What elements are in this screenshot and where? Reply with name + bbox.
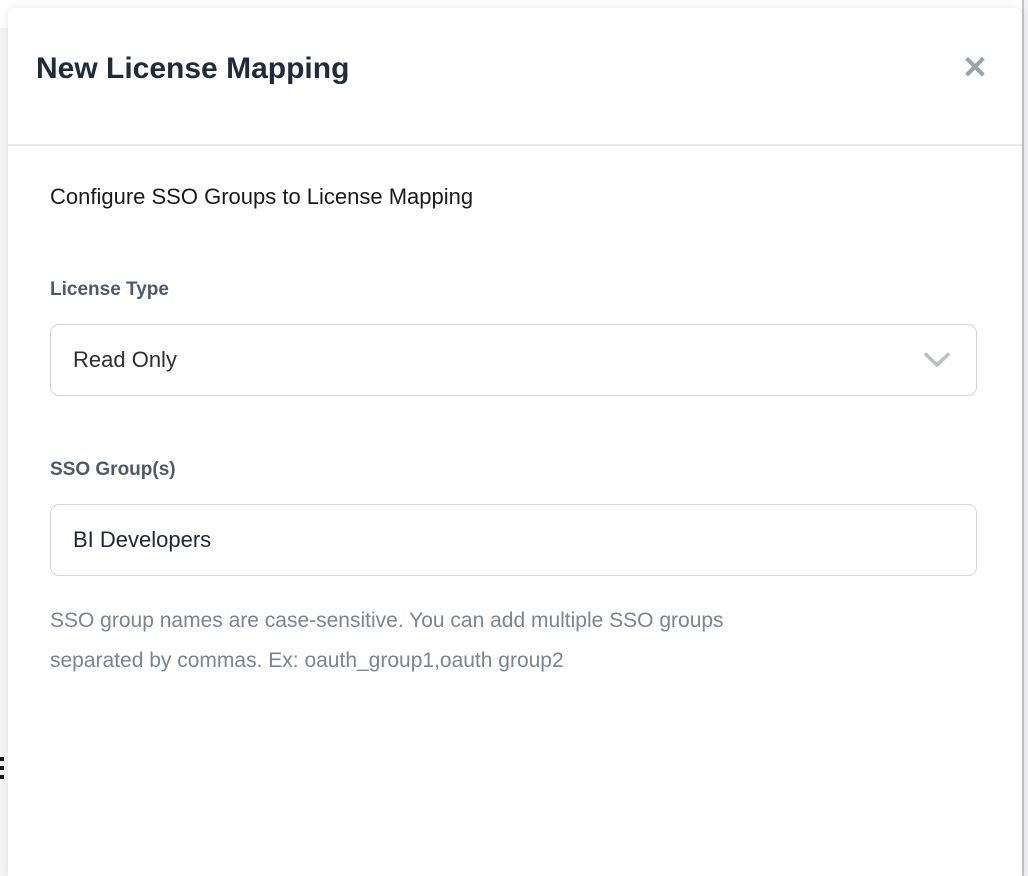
dialog-body: Configure SSO Groups to License Mapping … (8, 184, 1022, 681)
page-edge-line (1022, 0, 1024, 876)
license-type-selected-value: Read Only (73, 347, 177, 373)
chevron-down-icon (924, 352, 950, 369)
page-background-right-strip (1024, 0, 1028, 876)
sso-groups-help-line-2: separated by commas. Ex: oauth_group1,oa… (50, 641, 850, 681)
new-license-mapping-dialog: New License Mapping ✕ Configure SSO Grou… (8, 8, 1022, 876)
dialog-header: New License Mapping ✕ (8, 8, 1022, 146)
sso-groups-input[interactable] (50, 504, 977, 576)
dialog-title: New License Mapping (36, 54, 349, 84)
sso-groups-label: SSO Group(s) (50, 459, 977, 481)
background-menu-icon (0, 757, 5, 784)
license-type-label: License Type (50, 279, 977, 301)
dialog-description: Configure SSO Groups to License Mapping (50, 184, 977, 209)
page-background-strip (0, 28, 8, 876)
sso-groups-help-line-1: SSO group names are case-sensitive. You … (50, 601, 850, 641)
license-type-select[interactable]: Read Only (50, 324, 977, 396)
close-icon[interactable]: ✕ (962, 52, 988, 83)
sso-groups-help: SSO group names are case-sensitive. You … (50, 601, 850, 681)
